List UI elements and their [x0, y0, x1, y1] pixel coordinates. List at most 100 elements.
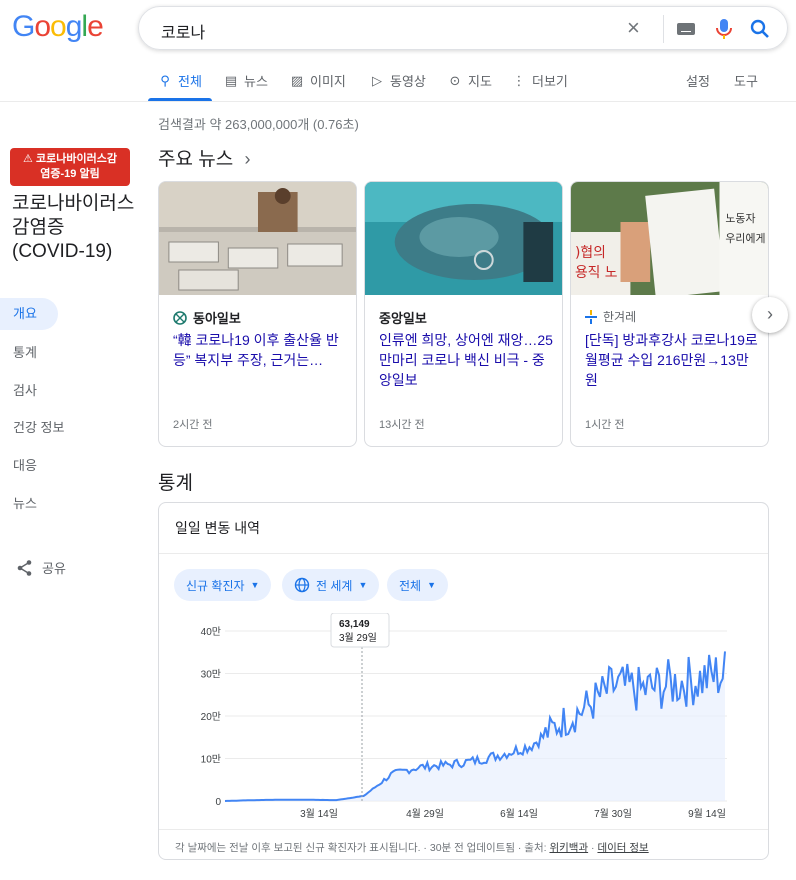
- x-tick-label: 7월 30일: [594, 808, 632, 820]
- tab-label: 이미지: [310, 74, 346, 89]
- hani-logo-icon: [585, 309, 597, 324]
- news-source: 동아일보: [173, 308, 241, 327]
- news-headline[interactable]: 인류엔 희망, 상어엔 재앙…25만마리 코로나 백신 비극 - 중앙일보: [379, 330, 554, 390]
- region-dropdown[interactable]: 전 세계 ▼: [282, 569, 380, 601]
- data-info-link[interactable]: 데이터 정보: [597, 842, 648, 854]
- tooltip-date: 3월 29일: [339, 632, 377, 644]
- footer-text: 각 날짜에는 전날 이후 보고된 신규 확진자가 표시됩니다. · 30분 전 …: [175, 842, 550, 854]
- svg-text:노동자: 노동자: [725, 212, 755, 225]
- card-divider: [159, 553, 768, 554]
- news-time: 13시간 전: [379, 419, 425, 431]
- news-time: 1시간 전: [585, 419, 625, 431]
- settings-link[interactable]: 설정: [686, 71, 710, 90]
- sidebar-item-stats[interactable]: 통계: [0, 337, 58, 369]
- caret-down-icon: ▼: [250, 580, 260, 590]
- x-tick-label: 3월 14일: [300, 808, 338, 820]
- search-input[interactable]: 코로나: [161, 19, 205, 43]
- news-card[interactable]: 동아일보 “韓 코로나19 이후 출산율 반등” 복지부 주장, 근거는… 2시…: [158, 181, 357, 447]
- tooltip-value: 63,149: [339, 619, 370, 630]
- wikipedia-link[interactable]: 위키백과: [549, 842, 588, 854]
- search-box[interactable]: 코로나 ×: [138, 6, 788, 50]
- news-source-label: 한겨레: [603, 310, 637, 324]
- card-footer-divider: [159, 829, 768, 830]
- share-button[interactable]: 공유: [16, 558, 66, 577]
- top-news-heading[interactable]: 주요 뉴스 ›: [158, 144, 250, 171]
- tab-all[interactable]: ⚲ 전체: [158, 71, 202, 90]
- covid-alert-badge[interactable]: ⚠ 코로나바이러스감 염증-19 알림: [10, 148, 130, 186]
- tab-images[interactable]: ▨ 이미지: [290, 71, 346, 90]
- caret-down-icon: ▼: [358, 580, 368, 590]
- more-vert-icon: ⋮: [512, 72, 526, 88]
- image-icon: ▨: [290, 72, 304, 88]
- tab-maps[interactable]: ⊙ 지도: [448, 71, 492, 90]
- chevron-right-icon: ›: [767, 304, 773, 324]
- alert-line1: 코로나바이러스감: [35, 153, 117, 165]
- y-tick-label: 20만: [201, 711, 221, 723]
- svg-text:)협의: )협의: [575, 245, 606, 261]
- news-icon: ▤: [224, 72, 238, 88]
- sidebar-item-response[interactable]: 대응: [0, 450, 58, 482]
- result-stats: 검색결과 약 263,000,000개 (0.76초): [158, 117, 359, 132]
- tab-label: 더보기: [532, 74, 568, 89]
- chip-label: 신규 확진자: [186, 578, 245, 593]
- share-label: 공유: [42, 561, 66, 576]
- map-pin-icon: ⊙: [449, 72, 461, 88]
- header-divider: [0, 101, 796, 102]
- sidebar-item-news[interactable]: 뉴스: [0, 488, 58, 520]
- news-headline[interactable]: “韓 코로나19 이후 출산율 반등” 복지부 주장, 근거는…: [173, 330, 348, 370]
- next-news-button[interactable]: ›: [752, 297, 788, 333]
- x-tick-label: 6월 14일: [500, 808, 538, 820]
- warning-icon: ⚠: [23, 153, 33, 165]
- news-card[interactable]: )협의 용직 노 노동자 우리에게 한겨레 [단독] 방과후강사 코로나19로 …: [570, 181, 769, 447]
- globe-icon: [294, 577, 310, 593]
- top-news-title: 주요 뉴스: [158, 149, 234, 170]
- share-icon: [17, 559, 32, 576]
- period-dropdown[interactable]: 전체 ▼: [387, 569, 449, 601]
- keyboard-icon[interactable]: [677, 23, 695, 35]
- news-headline[interactable]: [단독] 방과후강사 코로나19로 월평균 수입 216만원→13만원: [585, 330, 760, 390]
- mic-icon[interactable]: [713, 17, 735, 41]
- donga-logo-icon: [173, 310, 187, 325]
- tab-videos[interactable]: ▷ 동영상: [370, 71, 426, 90]
- topic-title: 코로나바이러스 감염증 (COVID-19): [12, 193, 135, 262]
- news-source-label: 동아일보: [193, 311, 241, 326]
- y-tick-label: 30만: [201, 669, 221, 681]
- tools-link[interactable]: 도구: [734, 71, 758, 90]
- google-logo[interactable]: Google: [12, 10, 104, 44]
- stats-heading: 통계: [158, 473, 193, 494]
- tab-label: 전체: [178, 74, 202, 89]
- tab-more[interactable]: ⋮ 더보기: [512, 71, 568, 90]
- x-tick-label: 4월 29일: [406, 808, 444, 820]
- alert-line2: 염증-19 알림: [40, 168, 100, 180]
- news-card[interactable]: 중앙일보 인류엔 희망, 상어엔 재앙…25만마리 코로나 백신 비극 - 중앙…: [364, 181, 563, 447]
- y-tick-label: 40만: [201, 626, 221, 638]
- tab-label: 뉴스: [244, 74, 268, 89]
- news-source: 중앙일보: [379, 308, 427, 327]
- video-icon: ▷: [372, 72, 382, 88]
- chevron-right-icon: ›: [244, 149, 251, 169]
- search-icon: ⚲: [160, 72, 170, 88]
- chip-label: 전 세계: [316, 578, 353, 593]
- stats-card-title: 일일 변동 내역: [175, 520, 261, 536]
- search-tabs: ⚲ 전체 ▤ 뉴스 ▨ 이미지 ▷ 동영상 ⊙ 지도 ⋮ 더보기 설정 도구: [148, 62, 796, 102]
- metric-dropdown[interactable]: 신규 확진자 ▼: [174, 569, 272, 601]
- news-source: 한겨레: [585, 308, 636, 325]
- sidebar-item-overview[interactable]: 개요: [0, 298, 58, 330]
- search-icon[interactable]: [749, 18, 771, 40]
- stats-card: 일일 변동 내역 신규 확진자 ▼ 전 세계 ▼ 전체 ▼ 0 10만 20만 30만 40만…: [158, 502, 769, 860]
- x-tick-label: 9월 14일: [688, 808, 726, 820]
- sidebar-item-health-info[interactable]: 건강 정보: [0, 412, 64, 444]
- news-source-label: 중앙일보: [379, 311, 427, 326]
- svg-text:우리에게: 우리에게: [725, 232, 765, 245]
- caret-down-icon: ▼: [427, 580, 437, 590]
- tab-news[interactable]: ▤ 뉴스: [224, 71, 268, 90]
- y-tick-label: 10만: [201, 754, 221, 766]
- y-tick-label: 0: [215, 797, 221, 808]
- svg-text:용직 노: 용직 노: [575, 265, 618, 281]
- sidebar-item-testing[interactable]: 검사: [0, 375, 58, 407]
- news-thumbnail: [365, 182, 562, 295]
- chip-label: 전체: [399, 578, 422, 593]
- daily-cases-chart[interactable]: 0 10만 20만 30만 40만 3월 14일 4월 29일 6월 14일 7월 30일 9월 …: [159, 613, 768, 825]
- chart-footer-note: 각 날짜에는 전날 이후 보고된 신규 확진자가 표시됩니다. · 30분 전 …: [175, 842, 649, 854]
- close-icon[interactable]: ×: [627, 17, 640, 39]
